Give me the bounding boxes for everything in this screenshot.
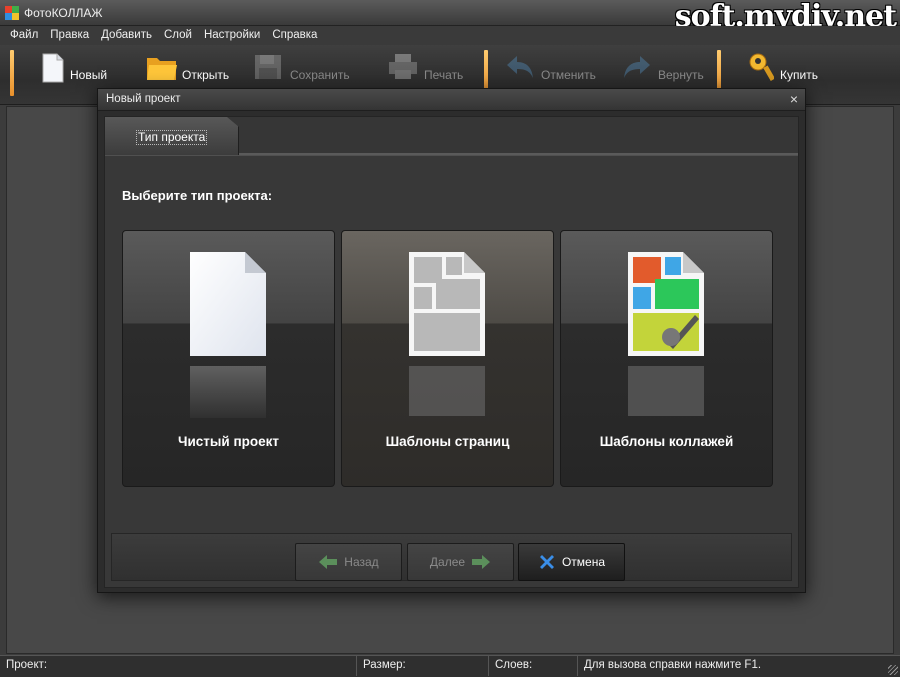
- blank-page-icon: [190, 252, 266, 418]
- printer-icon: [388, 53, 420, 85]
- collage-templates-label: Шаблоны коллажей: [599, 434, 734, 449]
- title-bar: ФотоКОЛЛАЖ soft.mydiv.net: [0, 0, 900, 32]
- new-project-dialog: Новый проект × Тип проекта Выберите тип …: [97, 88, 806, 593]
- dialog-body: Тип проекта Выберите тип проекта: Чистый…: [104, 116, 799, 588]
- menu-settings[interactable]: Настройки: [198, 26, 266, 45]
- status-hint: Для вызова справки нажмите F1.: [584, 659, 762, 671]
- page-templates-icon: [409, 252, 485, 416]
- section-heading: Выберите тип проекта:: [122, 188, 273, 203]
- toolbar-separator: [10, 50, 14, 96]
- resize-grip-icon[interactable]: [888, 665, 898, 675]
- blank-project-card[interactable]: Чистый проект: [122, 230, 335, 487]
- cancel-button[interactable]: Отмена: [518, 543, 625, 581]
- menu-edit[interactable]: Правка: [44, 26, 95, 45]
- folder-icon: [146, 53, 178, 85]
- new-document-icon: [42, 53, 66, 85]
- window-title: ФотоКОЛЛАЖ: [24, 6, 103, 20]
- next-label: Далее: [429, 555, 466, 569]
- dialog-title: Новый проект: [106, 93, 181, 105]
- floppy-disk-icon: [254, 53, 286, 85]
- status-layers: Слоев:: [489, 656, 578, 676]
- close-x-icon: [539, 555, 554, 569]
- collage-templates-icon: [628, 252, 704, 416]
- next-arrow-icon: [472, 555, 491, 569]
- page-templates-label: Шаблоны страниц: [385, 434, 510, 449]
- dialog-title-bar: Новый проект ×: [98, 89, 805, 111]
- menu-help[interactable]: Справка: [266, 26, 323, 45]
- back-arrow-icon: [319, 555, 338, 569]
- key-icon: [748, 53, 776, 85]
- new-label: Новый: [70, 68, 108, 82]
- menu-file[interactable]: Файл: [4, 26, 44, 45]
- menu-layer[interactable]: Слой: [158, 26, 198, 45]
- app-logo-icon: [5, 6, 19, 20]
- blank-project-label: Чистый проект: [177, 434, 279, 449]
- save-label: Сохранить: [290, 68, 350, 82]
- cancel-label: Отмена: [561, 555, 606, 569]
- undo-arrow-icon: [505, 53, 537, 85]
- dialog-button-bar: Назад Далее Отмена: [111, 533, 792, 581]
- redo-label: Вернуть: [658, 68, 704, 82]
- menu-bar: Файл Правка Добавить Слой Настройки Спра…: [0, 26, 900, 45]
- back-label: Назад: [344, 555, 379, 569]
- collage-templates-card[interactable]: Шаблоны коллажей: [560, 230, 773, 487]
- open-label: Открыть: [182, 68, 230, 82]
- tab-content: Выберите тип проекта: Чистый проект Шабл…: [105, 155, 798, 587]
- undo-label: Отменить: [541, 68, 596, 82]
- next-button[interactable]: Далее: [407, 543, 514, 581]
- close-icon[interactable]: ×: [790, 91, 798, 107]
- tab-label: Тип проекта: [136, 130, 208, 145]
- page-templates-card[interactable]: Шаблоны страниц: [341, 230, 554, 487]
- redo-arrow-icon: [622, 53, 654, 85]
- buy-label: Купить: [780, 68, 818, 82]
- print-label: Печать: [424, 68, 464, 82]
- status-size: Размер:: [357, 656, 489, 676]
- menu-add[interactable]: Добавить: [95, 26, 158, 45]
- tab-project-type[interactable]: Тип проекта: [105, 117, 239, 155]
- status-bar: Проект: Размер: Слоев: Для вызова справк…: [0, 655, 900, 677]
- back-button[interactable]: Назад: [295, 543, 402, 581]
- status-project: Проект:: [0, 656, 357, 676]
